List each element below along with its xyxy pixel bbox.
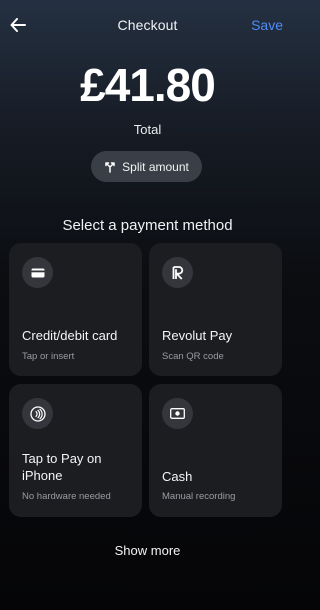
- revolut-logo-icon: [162, 257, 193, 288]
- payment-method-revolut[interactable]: Revolut Pay Scan QR code: [149, 243, 282, 376]
- total-amount: £41.80: [80, 59, 216, 111]
- payment-method-title: Tap to Pay on iPhone: [22, 451, 102, 483]
- payment-method-title: Cash: [162, 469, 193, 484]
- payment-method-subtitle: Tap or insert: [22, 351, 75, 362]
- card-icon: [22, 257, 53, 288]
- cash-icon: [162, 398, 193, 429]
- payment-method-tap-to-pay[interactable]: Tap to Pay on iPhone No hardware needed: [9, 384, 142, 517]
- top-bar: Checkout Save: [0, 0, 295, 52]
- payment-method-title: Revolut Pay: [162, 328, 233, 343]
- payment-method-cash[interactable]: Cash Manual recording: [149, 384, 282, 517]
- contactless-icon: [22, 398, 53, 429]
- save-button[interactable]: Save: [251, 17, 283, 33]
- payment-method-subtitle: No hardware needed: [22, 491, 111, 502]
- total-label: Total: [133, 122, 162, 137]
- payment-method-subtitle: Manual recording: [162, 491, 236, 502]
- payment-section-title: Select a payment method: [62, 217, 233, 234]
- payment-method-subtitle: Scan QR code: [162, 351, 224, 362]
- split-amount-button[interactable]: Split amount: [91, 151, 202, 182]
- show-more-button[interactable]: Show more: [0, 543, 295, 558]
- payment-method-title: Credit/debit card: [22, 328, 118, 343]
- payment-method-card[interactable]: Credit/debit card Tap or insert: [9, 243, 142, 376]
- split-icon: [105, 161, 115, 173]
- split-amount-label: Split amount: [122, 159, 189, 174]
